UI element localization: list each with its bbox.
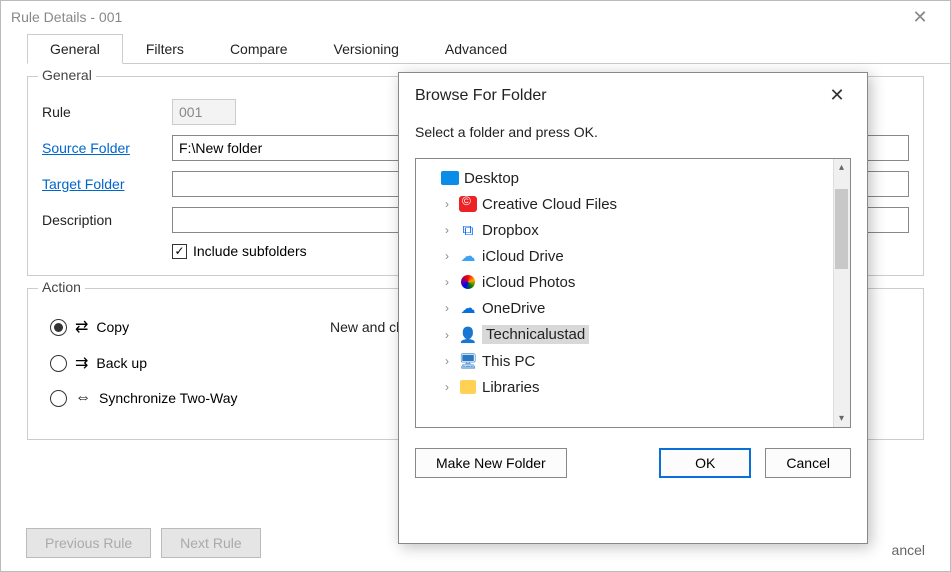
expand-arrow-icon[interactable]: ›: [440, 197, 454, 211]
tree-item-label: OneDrive: [482, 300, 545, 317]
expand-arrow-icon[interactable]: ›: [440, 223, 454, 237]
expand-arrow-icon[interactable]: ›: [440, 328, 454, 342]
tree-item-onedrive[interactable]: › ☁OneDrive: [420, 295, 846, 321]
radio-backup-label: Back up: [96, 355, 147, 371]
dialog-close-icon[interactable]: ✕: [823, 85, 851, 106]
cancel-fragment: ancel: [892, 542, 925, 558]
sync-icon: ⇔: [75, 389, 91, 407]
tree-item-label: Desktop: [464, 170, 519, 187]
scroll-thumb[interactable]: [835, 189, 848, 269]
expand-arrow-icon[interactable]: ›: [440, 249, 454, 263]
window-title: Rule Details - 001: [11, 9, 900, 25]
target-folder-link[interactable]: Target Folder: [42, 176, 172, 192]
dropbox-icon: ⧉: [458, 221, 478, 239]
tab-versioning[interactable]: Versioning: [311, 34, 422, 64]
rule-input: [172, 99, 236, 125]
tab-filters[interactable]: Filters: [123, 34, 207, 64]
ok-button[interactable]: OK: [659, 448, 751, 478]
desktop-icon: [440, 169, 460, 187]
lib-icon: [458, 378, 478, 396]
tree-item-creative-cloud-files[interactable]: › Creative Cloud Files: [420, 191, 846, 217]
expand-arrow-icon[interactable]: ›: [440, 301, 454, 315]
titlebar: Rule Details - 001 ✕: [1, 1, 950, 33]
tree-item-icloud-drive[interactable]: › ☁iCloud Drive: [420, 243, 846, 269]
expand-arrow-icon[interactable]: ›: [440, 275, 454, 289]
tree-item-label: This PC: [482, 353, 535, 370]
onedrive-icon: ☁: [458, 299, 478, 317]
window-close-icon[interactable]: ✕: [900, 7, 940, 28]
next-rule-button[interactable]: Next Rule: [161, 528, 260, 558]
tree-item-label: Libraries: [482, 379, 540, 396]
folder-tree: ›Desktop›Creative Cloud Files›⧉Dropbox›☁…: [415, 158, 851, 428]
tree-item-label: Dropbox: [482, 222, 539, 239]
tree-item-desktop[interactable]: ›Desktop: [420, 165, 846, 191]
general-legend: General: [38, 67, 96, 83]
browse-folder-dialog: Browse For Folder ✕ Select a folder and …: [398, 72, 868, 544]
radio-copy-label: Copy: [96, 319, 129, 335]
tree-item-label: iCloud Photos: [482, 274, 575, 291]
source-folder-link[interactable]: Source Folder: [42, 140, 172, 156]
tree-item-icloud-photos[interactable]: › iCloud Photos: [420, 269, 846, 295]
tab-general[interactable]: General: [27, 34, 123, 64]
backup-icon: ⇉: [75, 353, 88, 373]
radio-sync[interactable]: [50, 390, 67, 407]
scroll-down-icon[interactable]: ▾: [833, 410, 850, 427]
tree-item-label: Creative Cloud Files: [482, 196, 617, 213]
user-icon: 👤: [458, 326, 478, 344]
make-new-folder-button[interactable]: Make New Folder: [415, 448, 567, 478]
icloud-icon: ☁: [458, 247, 478, 265]
dialog-title: Browse For Folder: [415, 87, 823, 105]
tree-item-this-pc[interactable]: › 🖥This PC: [420, 348, 846, 374]
previous-rule-button[interactable]: Previous Rule: [26, 528, 151, 558]
include-subfolders-checkbox[interactable]: ✓: [172, 244, 187, 259]
description-label: Description: [42, 212, 172, 228]
dialog-cancel-button[interactable]: Cancel: [765, 448, 851, 478]
dialog-instruction: Select a folder and press OK.: [399, 114, 867, 154]
tab-advanced[interactable]: Advanced: [422, 34, 530, 64]
tree-item-label: iCloud Drive: [482, 248, 564, 265]
tree-scrollbar[interactable]: ▴ ▾: [833, 159, 850, 427]
tree-item-libraries[interactable]: › Libraries: [420, 374, 846, 400]
cc-icon: [458, 195, 478, 213]
expand-arrow-icon[interactable]: ›: [440, 380, 454, 394]
radio-backup[interactable]: [50, 355, 67, 372]
tree-item-technicalustad[interactable]: › 👤Technicalustad: [420, 321, 846, 348]
tree-item-dropbox[interactable]: › ⧉Dropbox: [420, 217, 846, 243]
tab-compare[interactable]: Compare: [207, 34, 311, 64]
action-legend: Action: [38, 279, 85, 295]
include-subfolders-label: Include subfolders: [193, 243, 307, 259]
copy-icon: ⇄: [75, 317, 88, 337]
photos-icon: [458, 273, 478, 291]
expand-arrow-icon[interactable]: ›: [440, 354, 454, 368]
radio-copy[interactable]: [50, 319, 67, 336]
radio-sync-label: Synchronize Two-Way: [99, 390, 238, 406]
tree-item-label: Technicalustad: [482, 325, 589, 344]
scroll-up-icon[interactable]: ▴: [833, 159, 850, 176]
thispc-icon: 🖥: [458, 352, 478, 370]
rule-label: Rule: [42, 104, 172, 120]
tabs: General Filters Compare Versioning Advan…: [27, 33, 950, 64]
